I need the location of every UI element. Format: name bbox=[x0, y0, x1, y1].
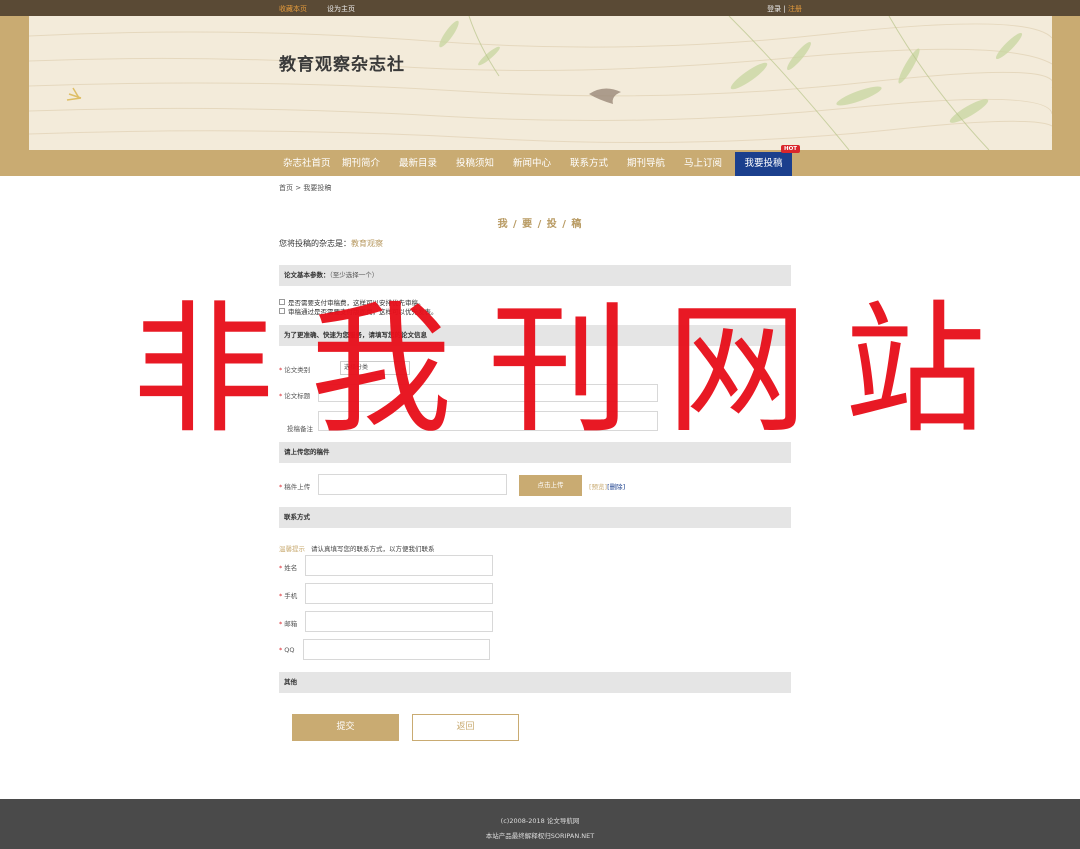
login-link[interactable]: 登录 bbox=[767, 5, 781, 13]
breadcrumb-current: 我要投稿 bbox=[303, 184, 332, 192]
remark-label: 投稿备注 bbox=[287, 425, 313, 433]
register-link[interactable]: 注册 bbox=[788, 5, 802, 13]
email-input[interactable] bbox=[305, 611, 493, 632]
site-title: 教育观察杂志社 bbox=[279, 55, 405, 75]
phone-label-text: 手机 bbox=[284, 592, 298, 600]
file-upload-label: * 稿件上传 bbox=[279, 483, 311, 491]
section-other: 其他 bbox=[279, 672, 791, 693]
section-basic-params: 论文基本参数：（至少选择一个） bbox=[279, 265, 791, 286]
submit-button[interactable]: 提交 bbox=[292, 714, 399, 741]
paper-title-label: * 论文标题 bbox=[279, 392, 311, 400]
back-button[interactable]: 返回 bbox=[412, 714, 519, 741]
checkbox-page-fee[interactable]: 审稿通过是否需要支付版面费，这样可以优先发表。 bbox=[279, 306, 438, 316]
section-paper-info: 为了更准确、快速为您服务，请填写您的论文信息 bbox=[279, 325, 791, 346]
breadcrumb: 首页 > 我要投稿 bbox=[279, 183, 331, 193]
nav-submission-guide[interactable]: 投稿须知 bbox=[450, 152, 507, 176]
file-path-input[interactable] bbox=[318, 474, 507, 495]
preview-link[interactable]: [预览] bbox=[589, 483, 607, 491]
qq-label: * QQ bbox=[279, 646, 295, 654]
contact-tip-label: 温馨提示 bbox=[279, 545, 305, 553]
phone-input[interactable] bbox=[305, 583, 493, 604]
footer-copyright: (c)2008-2018 论文导航网 bbox=[500, 817, 580, 825]
checkbox-box[interactable] bbox=[279, 308, 285, 314]
auth-links: 登录 | 注册 bbox=[767, 4, 802, 14]
breadcrumb-separator: > bbox=[295, 184, 302, 192]
email-label-text: 邮箱 bbox=[284, 620, 298, 628]
top-bar: 收藏本页 设为主页 登录 | 注册 bbox=[0, 0, 1080, 16]
upload-button[interactable]: 点击上传 bbox=[519, 475, 582, 496]
checkbox-label: 审稿通过是否需要支付版面费，这样可以优先发表。 bbox=[288, 308, 438, 316]
nav-contact[interactable]: 联系方式 bbox=[564, 152, 621, 176]
category-select[interactable]: 选择分类 ⌄ bbox=[340, 361, 410, 375]
phone-label: * 手机 bbox=[279, 592, 298, 600]
hot-badge: HOT bbox=[780, 145, 800, 153]
nav-submit-paper[interactable]: 我要投稿 HOT bbox=[735, 145, 800, 176]
remark-input[interactable] bbox=[318, 411, 658, 431]
nav-home[interactable]: 杂志社首页 bbox=[279, 152, 336, 176]
name-input[interactable] bbox=[305, 555, 493, 576]
footer-rights: 本站产品最终解释权归SORIPAN.NET bbox=[485, 832, 595, 840]
nav-journal-guide[interactable]: 期刊导航 bbox=[621, 152, 678, 176]
chevron-down-icon: ⌄ bbox=[400, 364, 406, 372]
target-journal-prefix: 您将投稿的杂志是： bbox=[279, 239, 351, 248]
nav-submit-label: 我要投稿 bbox=[744, 158, 783, 169]
page-title: 我 / 要 / 投 / 稿 bbox=[497, 219, 583, 230]
nav-news[interactable]: 新闻中心 bbox=[507, 152, 564, 176]
bookmark-link[interactable]: 收藏本页 bbox=[279, 4, 307, 14]
file-upload-label-text: 稿件上传 bbox=[284, 483, 311, 491]
nav-latest-issue[interactable]: 最新目录 bbox=[393, 152, 450, 176]
section-upload: 请上传您的稿件 bbox=[279, 442, 791, 463]
name-label: * 姓名 bbox=[279, 564, 298, 572]
name-label-text: 姓名 bbox=[284, 564, 298, 572]
main-nav: 杂志社首页 期刊简介 最新目录 投稿须知 新闻中心 联系方式 期刊导航 马上订阅… bbox=[279, 145, 800, 176]
contact-tip: 温馨提示 请认真填写您的联系方式，以方便我们联系 bbox=[279, 543, 435, 553]
paper-title-input[interactable] bbox=[318, 384, 658, 402]
section-basic-note: （至少选择一个） bbox=[329, 271, 379, 279]
category-select-value: 选择分类 bbox=[344, 364, 369, 371]
footer: (c)2008-2018 论文导航网 本站产品最终解释权归SORIPAN.NET bbox=[0, 799, 1080, 849]
target-journal-name: 教育观察 bbox=[351, 239, 383, 248]
header-banner: 教育观察杂志社 bbox=[29, 16, 1052, 150]
qq-input[interactable] bbox=[303, 639, 490, 660]
delete-link[interactable]: [删除] bbox=[607, 483, 625, 491]
checkbox-box[interactable] bbox=[279, 299, 285, 305]
category-label: * 论文类别 bbox=[279, 366, 311, 374]
nav-journal-intro[interactable]: 期刊简介 bbox=[336, 152, 393, 176]
target-journal: 您将投稿的杂志是：教育观察 bbox=[279, 238, 383, 249]
contact-tip-text: 请认真填写您的联系方式，以方便我们联系 bbox=[311, 545, 435, 553]
qq-label-text: QQ bbox=[284, 646, 295, 654]
nav-subscribe[interactable]: 马上订阅 bbox=[678, 152, 735, 176]
category-label-text: 论文类别 bbox=[284, 366, 311, 374]
section-contact: 联系方式 bbox=[279, 507, 791, 528]
paper-title-label-text: 论文标题 bbox=[284, 392, 311, 400]
breadcrumb-home[interactable]: 首页 bbox=[279, 184, 293, 192]
banner-decoration bbox=[29, 16, 1052, 150]
auth-separator: | bbox=[783, 5, 786, 13]
email-label: * 邮箱 bbox=[279, 620, 298, 628]
upload-actions: [预览][删除] bbox=[589, 481, 625, 491]
section-basic-title: 论文基本参数： bbox=[284, 271, 330, 279]
set-homepage-link[interactable]: 设为主页 bbox=[327, 4, 355, 14]
